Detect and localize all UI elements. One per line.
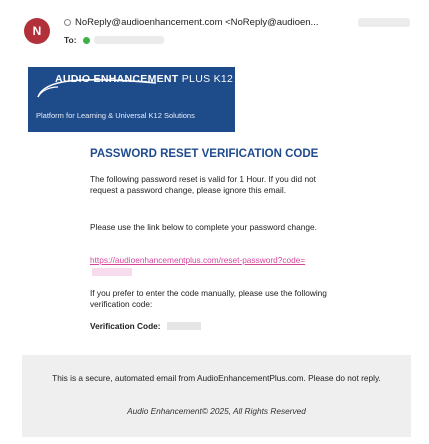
sender-address[interactable]: NoReply@audioenhancement.com <NoReply@au… <box>75 17 318 28</box>
logo-plus: PLUS K12 <box>181 73 234 85</box>
brand-tagline: Platform for Learning & Universal K12 So… <box>36 111 195 120</box>
email-header: N NoReply@audioenhancement.com <NoReply@… <box>0 0 429 50</box>
validity-paragraph: The following password reset is valid fo… <box>90 174 316 195</box>
from-row[interactable]: NoReply@audioenhancement.com <NoReply@au… <box>64 17 318 28</box>
to-label: To: <box>64 35 77 45</box>
email-footer: This is a secure, automated email from A… <box>22 355 411 437</box>
copyright-notice: Audio Enhancement© 2025, All Rights Rese… <box>127 406 306 416</box>
verification-code-redacted <box>166 322 201 330</box>
status-circle-icon <box>64 19 71 26</box>
to-row: To: <box>64 35 164 45</box>
reset-link-text[interactable]: https://audioenhancementplus.com/reset-p… <box>90 255 305 265</box>
logo-main: AUDIO ENHANCEMENT <box>55 73 179 85</box>
reset-code-redacted[interactable] <box>92 267 132 276</box>
email-title: PASSWORD RESET VERIFICATION CODE <box>90 148 319 160</box>
online-status-icon <box>82 36 90 44</box>
email-body: PASSWORD RESET VERIFICATION CODE The fol… <box>90 148 336 331</box>
sender-avatar[interactable]: N <box>24 18 50 44</box>
reset-password-link[interactable]: https://audioenhancementplus.com/reset-p… <box>90 255 336 277</box>
brand-banner: AUDIO ENHANCEMENT PLUS K12 Platform for … <box>28 67 235 132</box>
instructions-paragraph: Please use the link below to complete yo… <box>90 222 317 232</box>
verification-code-label: Verification Code: <box>90 321 161 331</box>
date-redacted <box>358 18 410 27</box>
logo-wordmark: AUDIO ENHANCEMENT PLUS K12 <box>55 73 233 85</box>
verification-code-row: Verification Code: <box>90 321 201 331</box>
automated-notice: This is a secure, automated email from A… <box>52 373 381 383</box>
recipient-redacted[interactable] <box>93 36 164 44</box>
manual-code-paragraph: If you prefer to enter the code manually… <box>90 288 327 309</box>
